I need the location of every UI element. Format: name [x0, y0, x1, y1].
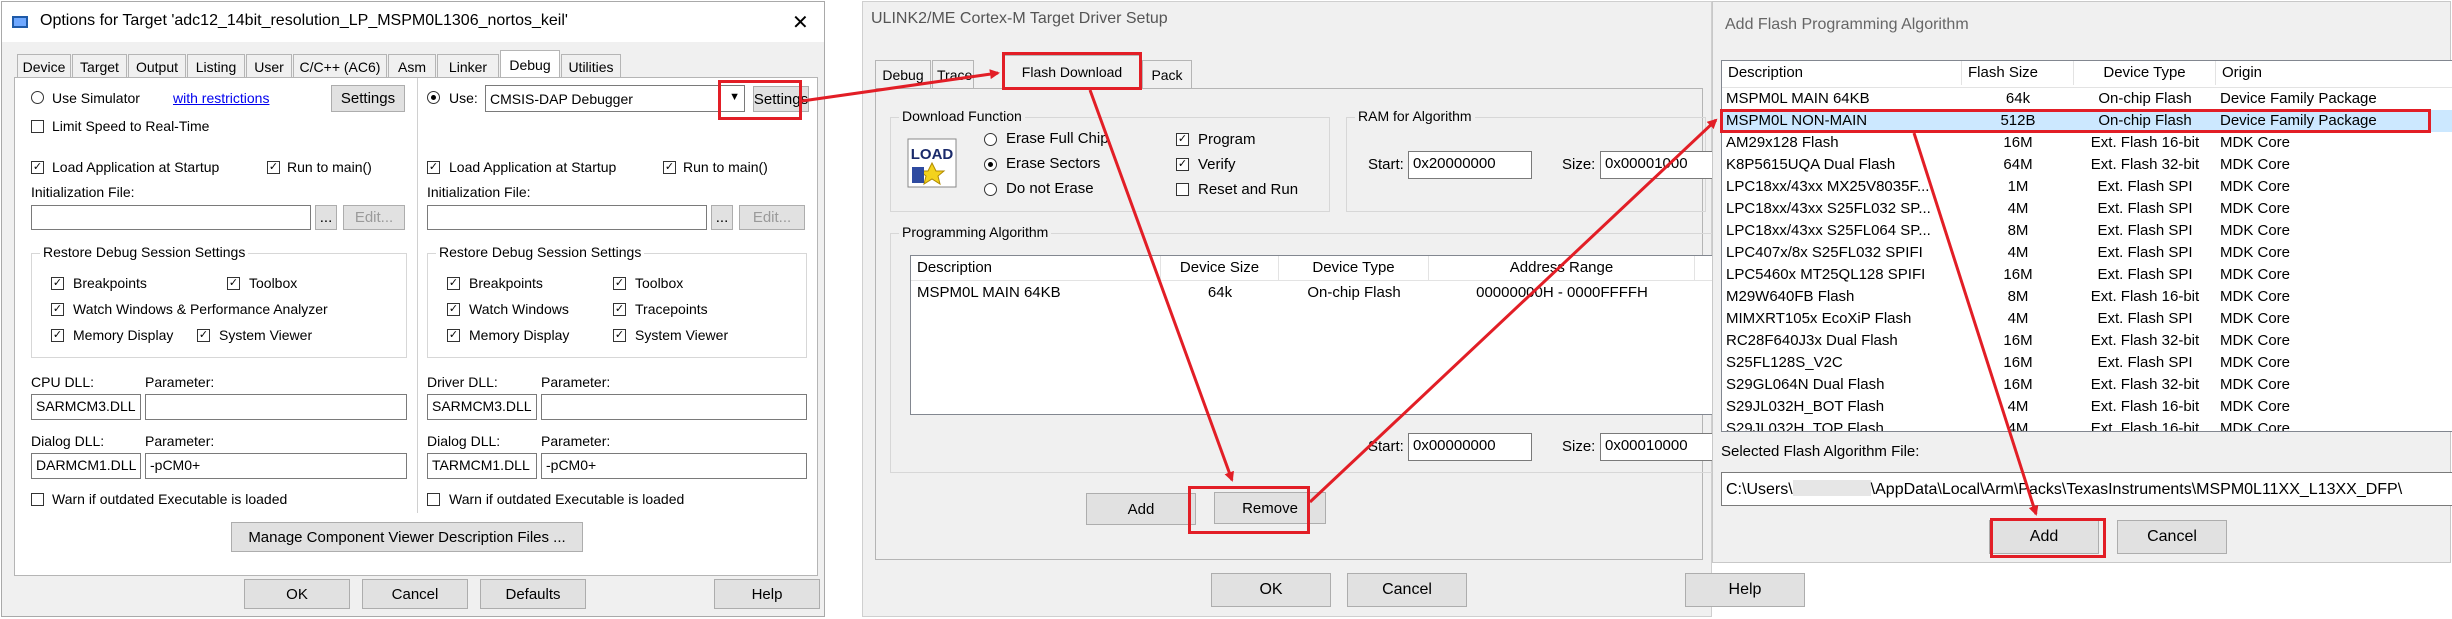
arrow-flash-tab-to-add	[1088, 89, 1234, 482]
arrow-add-to-non-main	[1308, 118, 1718, 504]
annotation-arrows	[801, 69, 2039, 516]
arrow-settings-to-flash-tab	[801, 69, 1000, 103]
arrow-non-main-to-flash-add	[1912, 132, 2039, 516]
